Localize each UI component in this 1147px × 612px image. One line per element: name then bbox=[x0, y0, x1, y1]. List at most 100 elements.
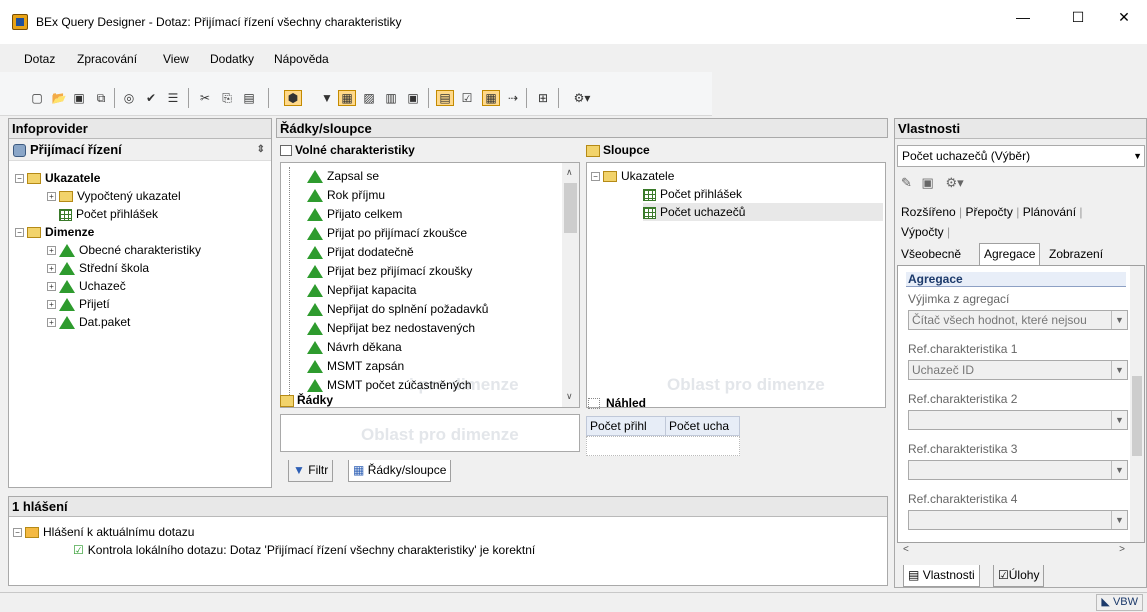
status-vbw[interactable]: ◣ VBW bbox=[1096, 594, 1143, 611]
free-char-item[interactable]: Přijato celkem bbox=[307, 205, 402, 223]
menu-napoveda[interactable]: Nápověda bbox=[274, 52, 329, 66]
tree-item-prijeti[interactable]: + Přijetí bbox=[47, 295, 110, 313]
columns-area[interactable]: − Ukazatele Počet přihlášek Počet uchazeč… bbox=[586, 162, 886, 408]
free-char-item[interactable]: Nepřijat bez nedostavených bbox=[307, 319, 475, 337]
tasks-icon[interactable]: ☑ bbox=[458, 90, 476, 106]
copy-icon[interactable]: ⎘ bbox=[218, 90, 236, 106]
free-char-label: Přijat bez přijímací zkoušky bbox=[327, 264, 473, 278]
save-all-icon[interactable]: ⧉ bbox=[92, 90, 110, 106]
close-button[interactable]: ✕ bbox=[1101, 0, 1147, 34]
tab-ulohy[interactable]: ☑Úlohy bbox=[993, 565, 1045, 587]
tree-item-dimenze[interactable]: − Dimenze bbox=[15, 223, 94, 241]
tree-item-obecne[interactable]: + Obecné charakteristiky bbox=[47, 241, 201, 259]
rows-columns-icon[interactable]: ▦ bbox=[338, 90, 356, 106]
props-scroll-thumb[interactable] bbox=[1132, 376, 1142, 456]
tree-item-pocet-prihlasek[interactable]: Počet přihlášek bbox=[59, 205, 158, 223]
free-char-item[interactable]: Nepřijat kapacita bbox=[307, 281, 416, 299]
window-title: BEx Query Designer - Dotaz: Přijímací ří… bbox=[36, 15, 402, 29]
menu-dotaz[interactable]: Dotaz bbox=[24, 52, 55, 66]
agg-exception-label: Výjimka z agregací bbox=[908, 292, 1010, 306]
tools-dropdown-icon[interactable]: ⚙▾ bbox=[566, 90, 598, 106]
conditions-icon[interactable]: ▥ bbox=[382, 90, 400, 106]
free-char-item[interactable]: Přijat po přijímací zkoušce bbox=[307, 224, 467, 242]
free-char-label: MSMT počet zúčastněných bbox=[327, 378, 472, 392]
chevron-down-icon[interactable]: ▼ bbox=[1133, 146, 1142, 166]
props-hscrollbar[interactable]: < > bbox=[897, 543, 1145, 559]
scroll-right-icon[interactable]: > bbox=[1119, 544, 1125, 555]
tab-vseobecne[interactable]: Všeobecně bbox=[901, 247, 961, 261]
new-icon[interactable]: ▢ bbox=[28, 90, 46, 106]
rows-area[interactable]: Oblast pro dimenze bbox=[280, 414, 580, 452]
free-char-label: Nepřijat kapacita bbox=[327, 283, 417, 297]
columns-item-ukazatele[interactable]: − Ukazatele bbox=[591, 167, 674, 185]
preview-header: Náhled bbox=[588, 396, 788, 414]
cut-icon[interactable]: ✂ bbox=[196, 90, 214, 106]
tab-zobrazeni[interactable]: Zobrazení bbox=[1049, 247, 1103, 261]
scroll-left-icon[interactable]: < bbox=[903, 544, 909, 555]
props-vscrollbar[interactable] bbox=[1130, 266, 1144, 542]
tab-planovani[interactable]: Plánování bbox=[1023, 205, 1076, 219]
free-char-item[interactable]: MSMT zapsán bbox=[307, 357, 404, 375]
free-char-item[interactable]: Rok příjmu bbox=[307, 186, 385, 204]
free-char-item[interactable]: Přijat dodatečně bbox=[307, 243, 414, 261]
minimize-button[interactable]: — bbox=[1000, 0, 1046, 34]
refchar2-select[interactable]: ▼ bbox=[908, 410, 1128, 430]
message-item[interactable]: ☑ Kontrola lokálního dotazu: Dotaz 'Přijí… bbox=[73, 541, 535, 559]
title-bar: BEx Query Designer - Dotaz: Přijímací ří… bbox=[0, 0, 1147, 44]
scroll-thumb[interactable] bbox=[564, 183, 577, 233]
check-icon[interactable]: ✔ bbox=[142, 90, 160, 106]
properties-icon[interactable]: ☰ bbox=[164, 90, 182, 106]
tree-item-dat-paket[interactable]: + Dat.paket bbox=[47, 313, 130, 331]
tab-vypocty[interactable]: Výpočty | bbox=[901, 225, 950, 239]
refchar4-select[interactable]: ▼ bbox=[908, 510, 1128, 530]
agg-exception-select[interactable]: Čítač všech hodnot, které nejsou ▼ bbox=[908, 310, 1128, 330]
free-char-label: Přijat po přijímací zkoušce bbox=[327, 226, 468, 240]
free-char-item[interactable]: Zapsal se bbox=[307, 167, 379, 185]
paste-icon[interactable]: ▤ bbox=[240, 90, 258, 106]
tree-item-vypocteny[interactable]: + Vypočtený ukazatel bbox=[47, 187, 181, 205]
tab-prepocty[interactable]: Přepočty bbox=[966, 205, 1013, 219]
scroll-up-icon[interactable]: ∧ bbox=[566, 167, 573, 178]
tab-rows-columns[interactable]: ▦ Řádky/sloupce bbox=[348, 460, 452, 482]
tab-vlastnosti[interactable]: ▤ Vlastnosti bbox=[903, 565, 980, 587]
tab-filter[interactable]: ▼ Filtr bbox=[288, 460, 334, 482]
cells-icon[interactable]: ▨ bbox=[360, 90, 378, 106]
free-chars-scrollbar[interactable]: ∧ ∨ bbox=[562, 163, 579, 407]
maximize-button[interactable]: ☐ bbox=[1055, 0, 1101, 34]
messages-icon[interactable]: ▦ bbox=[482, 90, 500, 106]
free-char-item[interactable]: MSMT počet zúčastněných bbox=[307, 376, 472, 394]
save-icon[interactable]: ▣ bbox=[922, 175, 934, 190]
columns-item-pocet-prihlasek[interactable]: Počet přihlášek bbox=[643, 185, 742, 203]
columns-item-pocet-uchazecu[interactable]: Počet uchazečů bbox=[643, 203, 883, 221]
tools-dropdown-icon[interactable]: ⚙▾ bbox=[945, 175, 963, 190]
tab-rozsireno[interactable]: Rozšířeno bbox=[901, 205, 956, 219]
menu-zpracovani[interactable]: Zpracování bbox=[77, 52, 137, 66]
refchar1-select[interactable]: Uchazeč ID ▼ bbox=[908, 360, 1128, 380]
free-char-item[interactable]: Nepřijat do splnění požadavků bbox=[307, 300, 488, 318]
menu-view[interactable]: View bbox=[163, 52, 189, 66]
infoprovider-icon[interactable]: ⬢ bbox=[284, 90, 302, 106]
tree-item-ukazatele[interactable]: − Ukazatele bbox=[15, 169, 100, 187]
where-used-icon[interactable]: ⇢ bbox=[504, 90, 522, 106]
filter-icon[interactable]: ▼ bbox=[318, 90, 336, 106]
refchar3-select[interactable]: ▼ bbox=[908, 460, 1128, 480]
exceptions-icon[interactable]: ▣ bbox=[404, 90, 422, 106]
infoprovider-name: Přijímací řízení bbox=[30, 142, 122, 157]
properties-selector[interactable]: Počet uchazečů (Výběr) ▼ bbox=[897, 145, 1145, 167]
tree-item-stredni-skola[interactable]: + Střední škola bbox=[47, 259, 149, 277]
tree-item-uchazec[interactable]: + Uchazeč bbox=[47, 277, 126, 295]
rows-header: Řádky bbox=[280, 393, 570, 411]
status-bar: ◣ VBW bbox=[0, 592, 1147, 612]
free-char-item[interactable]: Návrh děkana bbox=[307, 338, 402, 356]
tab-agregace[interactable]: Agregace bbox=[979, 243, 1041, 265]
properties-panel-icon[interactable]: ▤ bbox=[436, 90, 454, 106]
reset-icon[interactable]: ✎ bbox=[901, 175, 912, 190]
technical-names-icon[interactable]: ⊞ bbox=[534, 90, 552, 106]
sort-icon[interactable]: ⇕ bbox=[257, 139, 265, 160]
open-icon[interactable]: 📂 bbox=[50, 90, 68, 106]
message-root[interactable]: − Hlášení k aktuálnímu dotazu bbox=[13, 523, 194, 541]
save-icon[interactable]: ▣ bbox=[70, 90, 88, 106]
free-char-item[interactable]: Přijat bez přijímací zkoušky bbox=[307, 262, 472, 280]
execute-icon[interactable]: ◎ bbox=[120, 90, 138, 106]
menu-dodatky[interactable]: Dodatky bbox=[210, 52, 254, 66]
